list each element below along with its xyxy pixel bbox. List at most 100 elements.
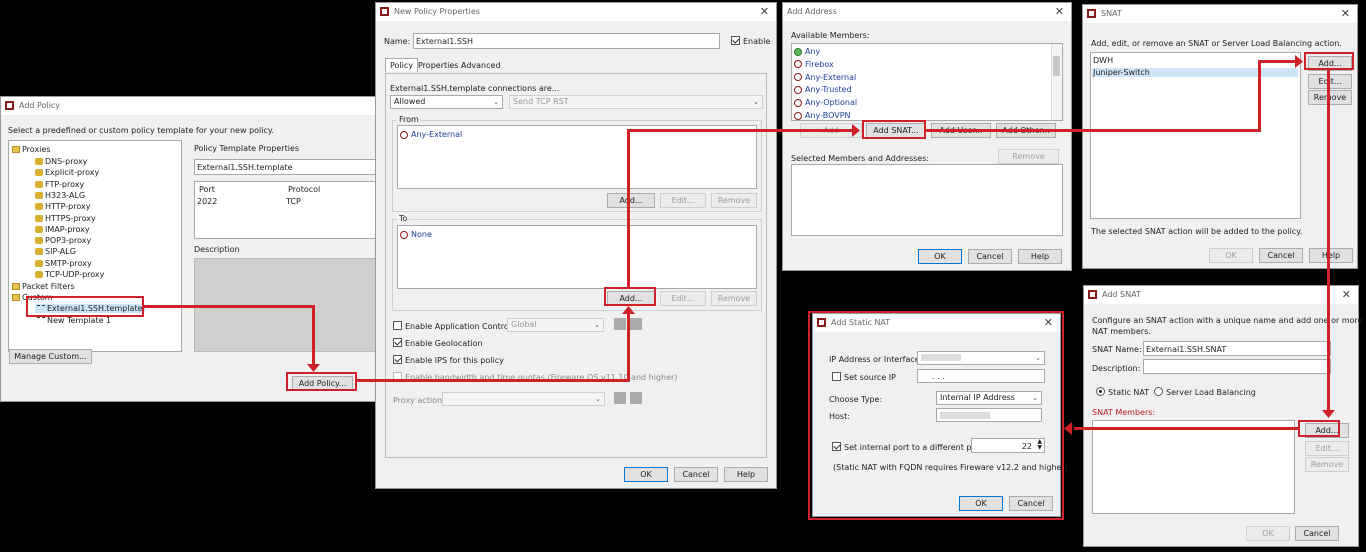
watchguard-icon (5, 101, 14, 110)
arrow-line (926, 129, 1260, 132)
ips-label: Enable IPS for this policy (405, 356, 504, 365)
help-button[interactable]: Help (1309, 248, 1353, 263)
help-button[interactable]: Help (1018, 249, 1062, 264)
action-dropdown[interactable]: Allowed ⌄ (390, 95, 503, 109)
arrow-line (1258, 60, 1296, 63)
list-item[interactable]: Any-External (400, 130, 462, 139)
list-item[interactable]: Any-Optional (794, 98, 857, 107)
view-action-icon (630, 318, 642, 330)
snat-members-label: SNAT Members: (1092, 408, 1156, 417)
ips-checkbox[interactable] (393, 355, 402, 364)
geolocation-checkbox[interactable] (393, 338, 402, 347)
ok-button: OK (1209, 248, 1253, 263)
ok-button[interactable]: OK (624, 467, 668, 482)
from-list[interactable]: Any-External (397, 125, 757, 189)
window-title: Add SNAT (1102, 290, 1141, 299)
snat-window: SNAT ✕ Add, edit, or remove an SNAT or S… (1082, 4, 1358, 269)
tree-item[interactable]: New Template 1 (37, 316, 111, 325)
proxy-icon (35, 169, 43, 177)
remove-button: Remove (998, 149, 1059, 164)
static-nat-radio[interactable] (1096, 387, 1105, 396)
tab-properties[interactable]: Properties (418, 61, 458, 70)
tree-item-proxy[interactable]: HTTPS-proxy (35, 214, 96, 223)
tree-item-proxy[interactable]: SMTP-proxy (35, 259, 92, 268)
help-button[interactable]: Help (724, 467, 768, 482)
arrow-head-icon (307, 364, 320, 372)
list-item[interactable]: Any-External (794, 73, 856, 82)
tree-proxies[interactable]: Proxies (12, 145, 51, 154)
enable-checkbox[interactable] (731, 36, 740, 45)
slb-radio[interactable] (1154, 387, 1163, 396)
port-table: Port Protocol 2022 TCP (194, 181, 378, 239)
instruction-text: Select a predefined or custom policy tem… (8, 126, 275, 135)
highlight-add-snat-add-button (1298, 420, 1340, 437)
window-title: New Policy Properties (394, 7, 480, 16)
from-add-button[interactable]: Add... (607, 193, 655, 208)
alias-icon (794, 111, 802, 120)
scrollbar[interactable] (1051, 44, 1062, 120)
to-list[interactable]: None (397, 225, 757, 289)
list-item[interactable]: Any-Trusted (794, 85, 852, 94)
title-bar: New Policy Properties ✕ (376, 3, 776, 21)
tab-advanced[interactable]: Advanced (461, 61, 501, 70)
name-input[interactable]: External1.SSH (413, 33, 720, 49)
description-input[interactable] (1143, 359, 1331, 374)
highlight-snat-add-button (1304, 52, 1354, 70)
app-control-checkbox[interactable] (393, 321, 402, 330)
available-members-list[interactable]: Any Firebox Any-External Any-Trusted Any-Opt… (791, 43, 1063, 121)
tree-item-proxy[interactable]: POP3-proxy (35, 236, 91, 245)
list-item[interactable]: Firebox (794, 60, 834, 69)
proxy-icon (35, 191, 43, 199)
close-icon[interactable]: ✕ (1342, 288, 1351, 301)
list-item[interactable]: DWH (1093, 56, 1113, 65)
watchguard-icon (380, 7, 389, 16)
to-remove-button: Remove (711, 291, 757, 306)
cancel-button[interactable]: Cancel (1295, 526, 1339, 541)
tree-item-proxy[interactable]: H323-ALG (35, 191, 85, 200)
tree-item-proxy[interactable]: HTTP-proxy (35, 202, 91, 211)
proxy-icon (35, 158, 43, 165)
close-icon[interactable]: ✕ (760, 5, 769, 18)
new-policy-window: New Policy Properties ✕ Name: External1.… (375, 2, 777, 489)
window-title: Add Address (787, 7, 837, 16)
ok-button[interactable]: OK (918, 249, 962, 264)
tree-item-proxy[interactable]: IMAP-proxy (35, 225, 90, 234)
folder-icon (12, 283, 20, 290)
list-item[interactable]: Any-BOVPN (794, 111, 851, 120)
tab-policy[interactable]: Policy (385, 58, 419, 72)
proxy-icon (35, 248, 43, 256)
alias-icon (400, 130, 408, 139)
port-header: Port (199, 185, 215, 194)
remove-button[interactable]: Remove (1308, 90, 1352, 105)
tree-item-proxy[interactable]: TCP-UDP-proxy (35, 270, 104, 279)
list-item-selected[interactable]: Juniper-Switch (1092, 68, 1298, 77)
proxy-icon (35, 214, 43, 222)
tree-packet-filters[interactable]: Packet Filters (12, 282, 75, 291)
tree-item-proxy[interactable]: DNS-proxy (35, 157, 87, 166)
tree-item-proxy[interactable]: Explicit-proxy (35, 168, 99, 177)
edit-action-icon (614, 318, 626, 330)
title-bar: Add SNAT ✕ (1084, 286, 1358, 304)
proxy-action-label: Proxy action: (393, 396, 445, 405)
list-item[interactable]: None (400, 230, 432, 239)
tree-item-proxy[interactable]: SIP-ALG (35, 247, 76, 256)
snat-list[interactable]: DWH Juniper-Switch (1090, 52, 1301, 219)
scroll-thumb[interactable] (1053, 56, 1060, 76)
edit-button[interactable]: Edit... (1308, 74, 1352, 89)
template-tree[interactable]: Proxies DNS-proxy Explicit-proxy FTP-proxy… (8, 140, 182, 352)
snat-name-input[interactable]: External1.SSH.SNAT (1143, 341, 1331, 356)
snat-members-list[interactable] (1092, 420, 1295, 514)
alias-icon (794, 85, 802, 94)
instruction-text: Add, edit, or remove an SNAT or Server L… (1091, 39, 1342, 48)
cancel-button[interactable]: Cancel (968, 249, 1012, 264)
list-item[interactable]: Any (794, 47, 820, 56)
close-icon[interactable]: ✕ (1055, 5, 1064, 18)
cancel-button[interactable]: Cancel (1259, 248, 1303, 263)
tree-item-proxy[interactable]: FTP-proxy (35, 180, 84, 189)
selected-members-list[interactable] (791, 164, 1063, 236)
globe-icon (794, 47, 802, 56)
manage-custom-button[interactable]: Manage Custom... (9, 349, 92, 364)
instruction-text: NAT members. (1092, 327, 1151, 336)
cancel-button[interactable]: Cancel (674, 467, 718, 482)
close-icon[interactable]: ✕ (1341, 7, 1350, 20)
